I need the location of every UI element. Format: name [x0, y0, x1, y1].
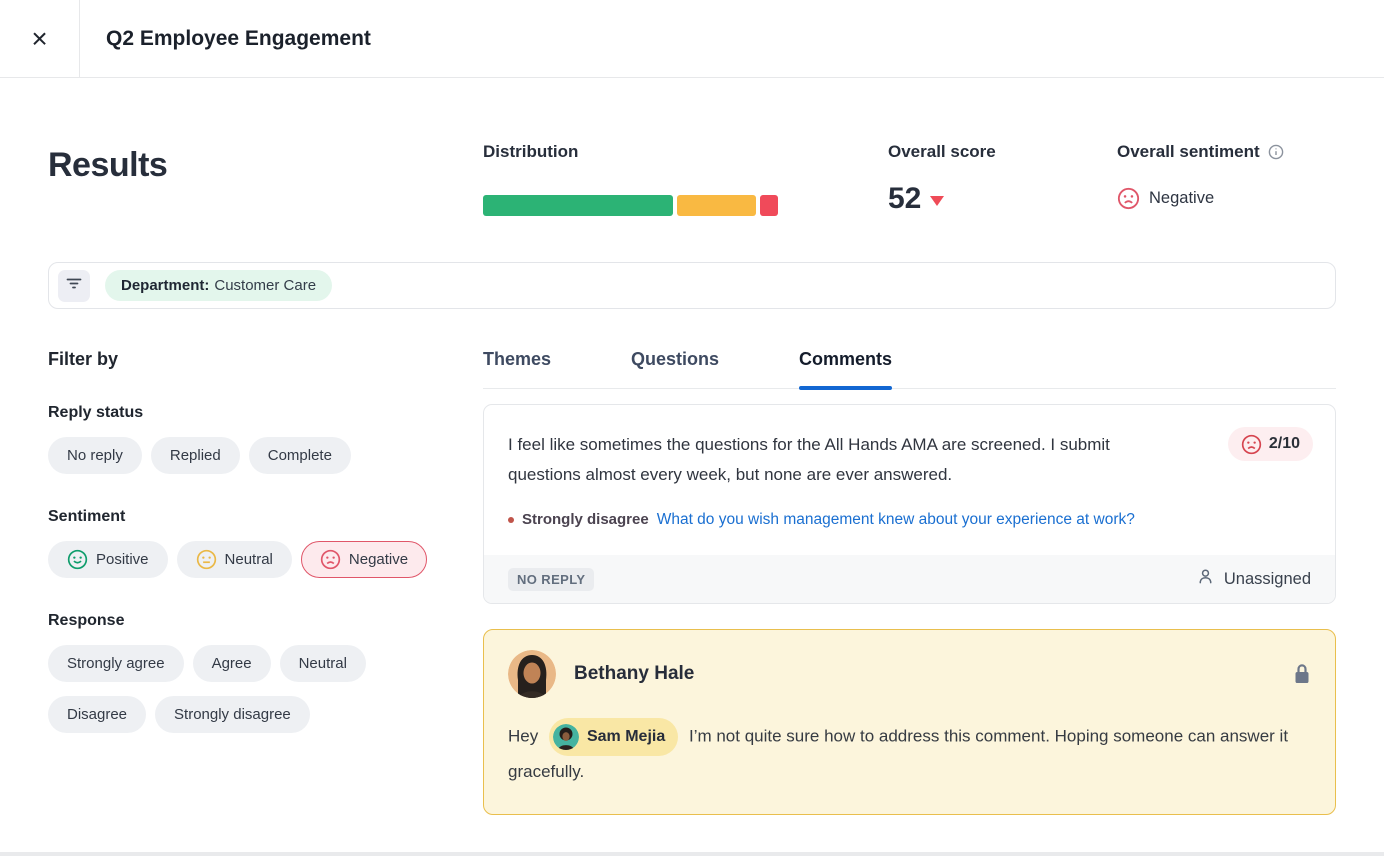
department-filter-value: Customer Care [214, 277, 316, 294]
response-value: Strongly disagree [522, 511, 649, 528]
overall-score-column: Overall score 52 [888, 142, 1117, 216]
filter-pill-positive[interactable]: Positive [48, 541, 168, 578]
mention-chip[interactable]: Sam Mejia [549, 718, 678, 756]
reply-card: Bethany Hale Hey [483, 629, 1336, 815]
pill-label: Neutral [225, 551, 273, 568]
overall-sentiment-column: Overall sentiment Negative [1117, 142, 1336, 210]
pill-label: Neutral [299, 655, 347, 672]
comment-text: I feel like sometimes the questions for … [508, 430, 1168, 490]
filter-bar: Department: Customer Care [48, 262, 1336, 309]
score-value: 2/10 [1269, 435, 1300, 453]
negative-face-icon [320, 549, 341, 570]
score-badge: 2/10 [1228, 427, 1313, 461]
filter-pill-no-reply[interactable]: No reply [48, 437, 142, 474]
overall-score-value: 52 [888, 182, 921, 216]
sentiment-heading: Sentiment [48, 508, 483, 526]
filter-icon [65, 274, 83, 297]
lock-icon [1293, 663, 1311, 685]
author-avatar [508, 650, 556, 698]
pill-label: Complete [268, 447, 332, 464]
filter-by-heading: Filter by [48, 349, 483, 370]
pill-label: Strongly disagree [174, 706, 291, 723]
pill-label: Disagree [67, 706, 127, 723]
tab-comments[interactable]: Comments [799, 349, 892, 388]
filter-pill-disagree[interactable]: Disagree [48, 696, 146, 733]
reply-message: Hey Sam Mejia I’m not quite sure how to … [508, 718, 1311, 788]
overall-sentiment-label: Overall sentiment [1117, 142, 1260, 162]
sentiment-section: Sentiment Positive [48, 508, 483, 578]
close-icon: × [31, 25, 47, 53]
results-heading: Results [48, 146, 483, 185]
pill-label: Strongly agree [67, 655, 165, 672]
negative-face-icon [1117, 187, 1140, 210]
filter-pill-strongly-agree[interactable]: Strongly agree [48, 645, 184, 682]
trend-down-icon [930, 196, 944, 206]
info-icon[interactable] [1268, 144, 1284, 160]
distribution-bar [483, 195, 778, 216]
positive-face-icon [67, 549, 88, 570]
neutral-face-icon [196, 549, 217, 570]
reply-message-prefix: Hey [508, 726, 538, 745]
filter-pill-negative[interactable]: Negative [301, 541, 427, 578]
reply-status-badge: NO REPLY [508, 568, 594, 591]
filter-button[interactable] [58, 270, 90, 302]
filter-pill-strongly-disagree[interactable]: Strongly disagree [155, 696, 310, 733]
page-title: Q2 Employee Engagement [106, 0, 371, 77]
mention-name: Sam Mejia [587, 721, 665, 753]
body-row: Filter by Reply status No reply Replied … [0, 309, 1384, 815]
main-column: Themes Questions Comments I feel like so… [483, 349, 1336, 815]
mention-avatar [553, 724, 579, 750]
tab-themes[interactable]: Themes [483, 349, 551, 388]
filter-pill-complete[interactable]: Complete [249, 437, 351, 474]
distribution-segment-positive [483, 195, 673, 216]
summary-row: Results Distribution Overall score 52 Ov… [0, 78, 1384, 216]
pill-label: Replied [170, 447, 221, 464]
filter-sidebar: Filter by Reply status No reply Replied … [48, 349, 483, 815]
distribution-segment-neutral [677, 195, 756, 216]
pill-label: Positive [96, 551, 149, 568]
question-link[interactable]: What do you wish management knew about y… [657, 511, 1135, 529]
distribution-column: Distribution [483, 142, 888, 216]
tab-bar: Themes Questions Comments [483, 349, 1336, 389]
question-row: Strongly disagree What do you wish manag… [508, 511, 1311, 529]
overall-score-label: Overall score [888, 142, 1117, 162]
distribution-segment-negative [760, 195, 778, 216]
comment-card-footer: NO REPLY Unassigned [484, 555, 1335, 603]
pill-label: No reply [67, 447, 123, 464]
assignee-label: Unassigned [1224, 570, 1311, 589]
person-icon [1196, 567, 1215, 591]
bottom-edge-strip [0, 852, 1384, 856]
pill-label: Agree [212, 655, 252, 672]
results-column: Results [48, 142, 483, 185]
tab-questions[interactable]: Questions [631, 349, 719, 388]
response-bullet-icon [508, 517, 514, 523]
author-name: Bethany Hale [574, 663, 694, 685]
pill-label: Negative [349, 551, 408, 568]
top-bar: × Q2 Employee Engagement [0, 0, 1384, 78]
close-button[interactable]: × [0, 0, 80, 77]
assignee-control[interactable]: Unassigned [1196, 567, 1311, 591]
reply-status-section: Reply status No reply Replied Complete [48, 404, 483, 474]
comment-card: I feel like sometimes the questions for … [483, 404, 1336, 604]
filter-pill-neutral-response[interactable]: Neutral [280, 645, 366, 682]
response-heading: Response [48, 612, 483, 630]
distribution-label: Distribution [483, 142, 888, 162]
overall-sentiment-value: Negative [1149, 189, 1214, 208]
filter-pill-agree[interactable]: Agree [193, 645, 271, 682]
department-filter-label: Department: [121, 277, 209, 294]
filter-pill-neutral-sentiment[interactable]: Neutral [177, 541, 292, 578]
negative-face-icon [1241, 434, 1262, 455]
filter-pill-replied[interactable]: Replied [151, 437, 240, 474]
response-section: Response Strongly agree Agree Neutral Di… [48, 612, 483, 733]
department-filter-chip[interactable]: Department: Customer Care [105, 270, 332, 301]
reply-status-heading: Reply status [48, 404, 483, 422]
